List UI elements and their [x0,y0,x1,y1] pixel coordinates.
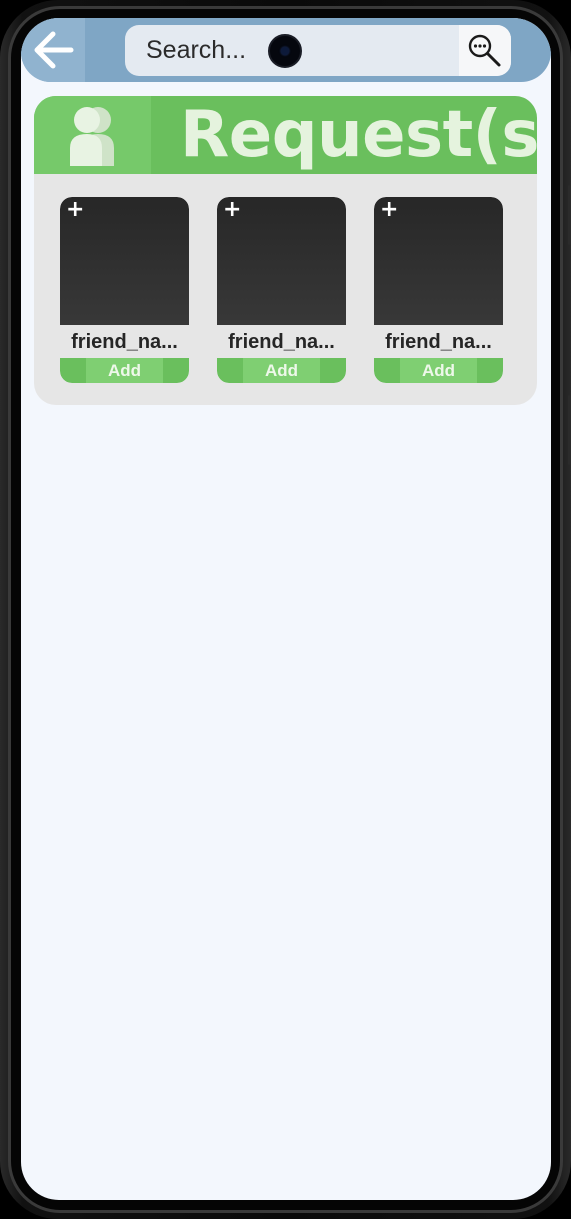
friend-name: friend_na... [228,331,335,353]
requests-title: Request(s) [180,98,537,172]
plus-icon: + [380,197,399,222]
friend-avatar[interactable]: + [60,197,189,325]
front-camera [268,34,302,68]
add-button-label: Add [421,361,456,380]
requests-panel: Request(s) + friend_na... Add + friend_n… [34,96,537,405]
add-friend-button[interactable]: Add [217,358,346,383]
plus-icon: + [223,197,242,222]
app-screen: Request(s) + friend_na... Add + friend_n… [21,18,551,1200]
friend-request-card: + friend_na... Add [60,197,189,383]
add-friend-button[interactable]: Add [374,358,503,383]
friend-avatar[interactable]: + [374,197,503,325]
search-more-icon [468,34,501,66]
plus-icon: + [66,197,85,222]
friend-avatar[interactable]: + [217,197,346,325]
arrow-left-icon [34,31,74,69]
users-icon [69,107,114,166]
add-button-label: Add [107,361,142,380]
add-button-label: Add [264,361,299,380]
friend-name: friend_na... [71,331,178,353]
friend-request-card: + friend_na... Add [217,197,346,383]
search-box [125,25,511,76]
header-icon-box [34,96,151,174]
back-button[interactable] [21,18,85,82]
search-button[interactable] [459,25,511,76]
requests-header: Request(s) [34,96,537,174]
friend-request-card: + friend_na... Add [374,197,503,383]
add-friend-button[interactable]: Add [60,358,189,383]
top-bar [21,18,551,82]
friend-name: friend_na... [385,331,492,353]
camera-lens [281,47,289,55]
